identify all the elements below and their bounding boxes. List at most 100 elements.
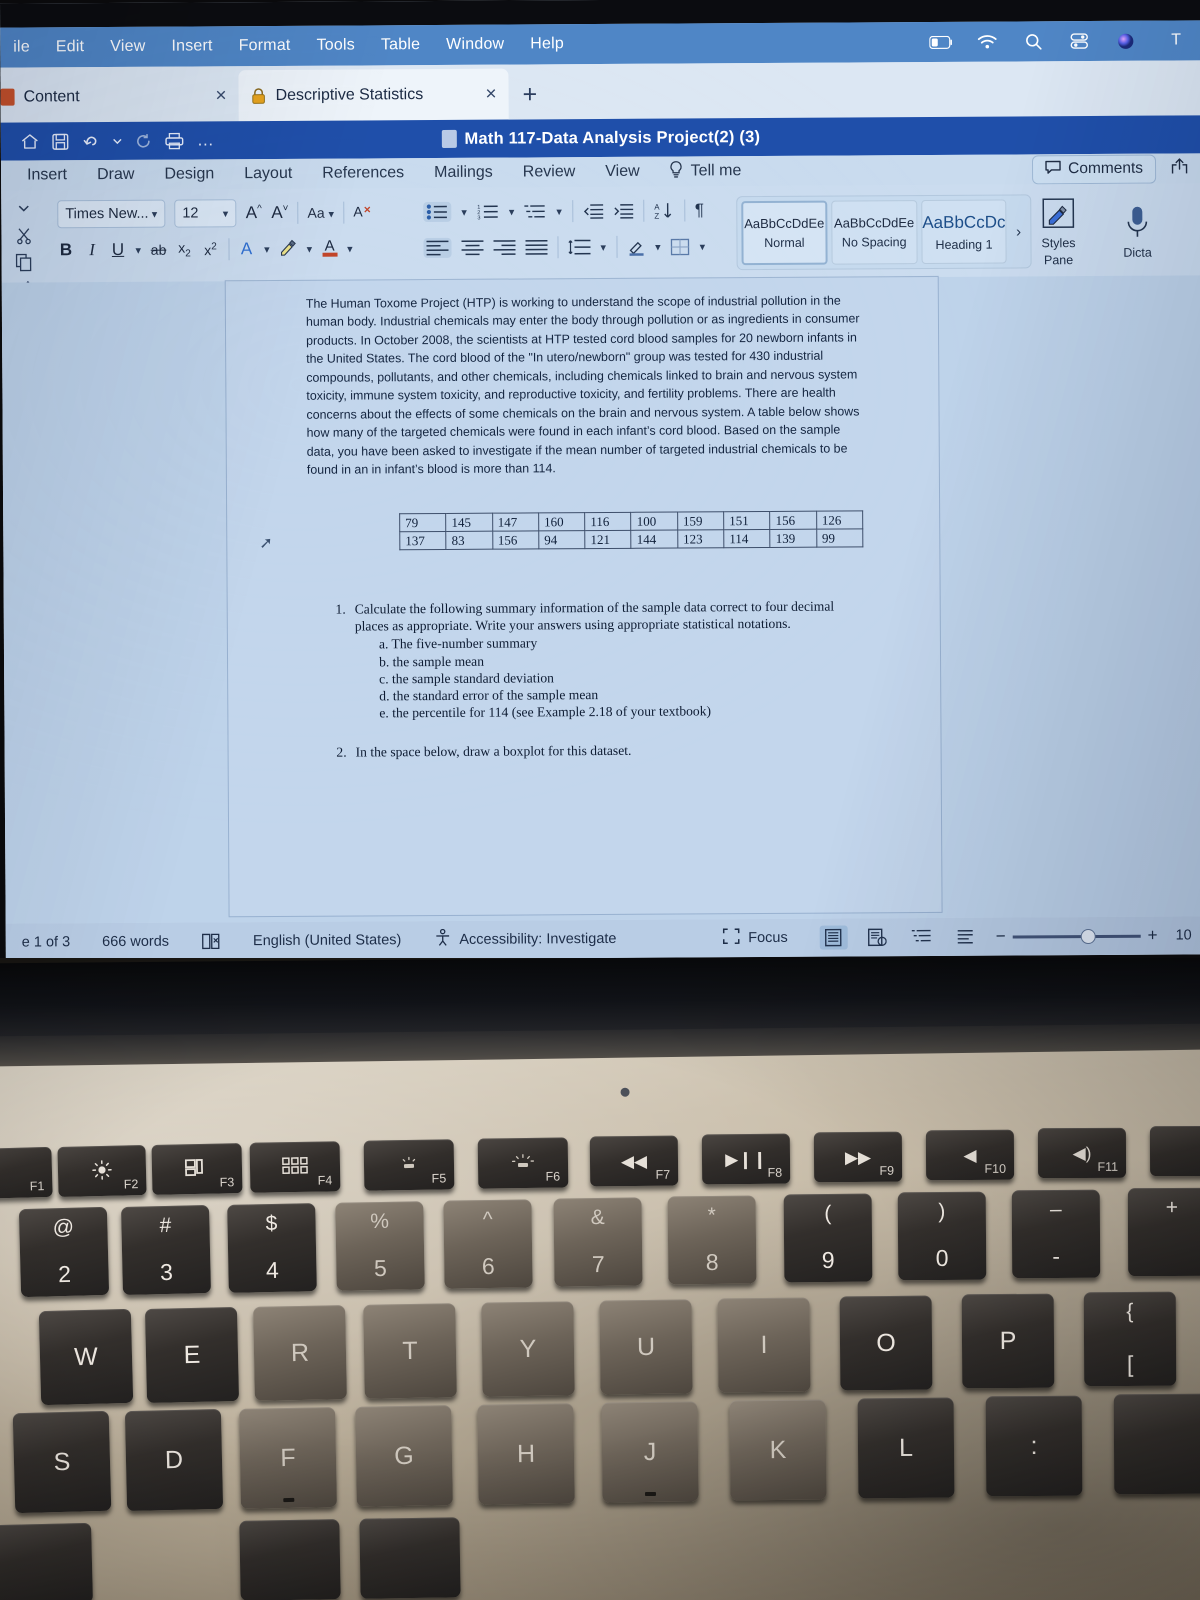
font-size-select[interactable]: 12 ▾ bbox=[174, 199, 237, 228]
zoom-level[interactable]: 10 bbox=[1174, 927, 1196, 943]
sort-icon[interactable]: AZ bbox=[654, 202, 674, 220]
bulleted-list-icon[interactable] bbox=[423, 201, 452, 223]
font-color-button[interactable]: A bbox=[321, 237, 338, 258]
menu-help[interactable]: Help bbox=[517, 35, 577, 53]
borders-chevron-down-icon[interactable]: ▾ bbox=[700, 240, 706, 253]
share-icon[interactable] bbox=[1170, 157, 1189, 180]
align-center-icon[interactable] bbox=[461, 240, 484, 256]
key-g[interactable]: G bbox=[355, 1405, 453, 1507]
highlight-chevron-down-icon[interactable]: ▾ bbox=[307, 242, 313, 255]
menu-table[interactable]: Table bbox=[368, 36, 433, 54]
key-w[interactable]: W bbox=[38, 1308, 134, 1406]
styles-pane-button[interactable]: Styles Pane bbox=[1023, 194, 1093, 272]
style-no-spacing[interactable]: AaBbCcDdEe No Spacing bbox=[831, 200, 918, 265]
key-9[interactable]: ( 9 bbox=[783, 1193, 873, 1283]
menu-tools[interactable]: Tools bbox=[304, 36, 368, 54]
key-o[interactable]: O bbox=[839, 1295, 933, 1391]
change-case-button[interactable]: Aa ▾ bbox=[307, 205, 334, 221]
outline-view-icon[interactable] bbox=[908, 925, 936, 949]
menu-edit[interactable]: Edit bbox=[43, 38, 97, 56]
zoom-in-button[interactable]: + bbox=[1148, 926, 1158, 946]
key-u[interactable]: U bbox=[599, 1299, 693, 1395]
key-2[interactable]: @ 2 bbox=[18, 1206, 110, 1298]
key-h[interactable]: H bbox=[477, 1403, 575, 1505]
key-equals[interactable]: + bbox=[1127, 1187, 1200, 1277]
show-formatting-marks-icon[interactable]: ¶ bbox=[695, 200, 704, 220]
key-y[interactable]: Y bbox=[481, 1301, 575, 1397]
accessibility-status[interactable]: Accessibility: Investigate bbox=[417, 928, 632, 951]
key-d[interactable]: D bbox=[124, 1408, 224, 1512]
key-f8-play-pause[interactable]: ▶❙❙ F8 bbox=[701, 1133, 791, 1185]
key-5[interactable]: % 5 bbox=[335, 1201, 425, 1291]
justify-icon[interactable] bbox=[525, 239, 548, 255]
clear-formatting-icon[interactable]: A bbox=[353, 202, 373, 223]
key-f[interactable]: F bbox=[239, 1407, 337, 1509]
key-semicolon[interactable]: : bbox=[985, 1395, 1083, 1497]
align-right-icon[interactable] bbox=[493, 240, 516, 256]
key-f9-fast-forward[interactable]: ▶▶ F9 bbox=[813, 1131, 903, 1183]
ribbon-tab-review[interactable]: Review bbox=[508, 163, 591, 182]
web-layout-view-icon[interactable] bbox=[864, 925, 892, 949]
menu-view[interactable]: View bbox=[97, 38, 158, 56]
italic-button[interactable]: I bbox=[83, 240, 100, 260]
bold-button[interactable]: B bbox=[57, 240, 74, 260]
print-layout-view-icon[interactable] bbox=[819, 925, 848, 950]
key-bottom-row-partial-2[interactable] bbox=[239, 1519, 341, 1600]
shading-icon[interactable] bbox=[627, 238, 645, 256]
align-left-icon[interactable] bbox=[423, 237, 452, 259]
ribbon-tab-view[interactable]: View bbox=[590, 163, 654, 181]
ribbon-tab-layout[interactable]: Layout bbox=[229, 165, 307, 183]
tab-descriptive-statistics[interactable]: Descriptive Statistics × bbox=[238, 68, 509, 122]
key-f6-keyboard-brightness-up[interactable]: F6 bbox=[477, 1137, 569, 1189]
key-f12[interactable] bbox=[1149, 1125, 1200, 1177]
dictate-button[interactable]: Dicta bbox=[1097, 193, 1177, 271]
numbered-list-chevron-down-icon[interactable]: ▾ bbox=[509, 205, 515, 218]
key-6[interactable]: ^ 6 bbox=[443, 1199, 533, 1289]
key-f3-mission-control[interactable]: F3 bbox=[151, 1143, 243, 1195]
key-quote[interactable] bbox=[1113, 1393, 1200, 1495]
menu-file[interactable]: ile bbox=[0, 38, 43, 56]
key-j[interactable]: J bbox=[601, 1401, 699, 1503]
menu-insert[interactable]: Insert bbox=[158, 37, 225, 55]
key-left-bracket[interactable]: { [ bbox=[1083, 1291, 1177, 1387]
key-bottom-row-partial-1[interactable] bbox=[0, 1522, 93, 1600]
focus-button[interactable]: Focus bbox=[707, 928, 804, 949]
multilevel-list-chevron-down-icon[interactable]: ▾ bbox=[556, 205, 562, 218]
menu-window[interactable]: Window bbox=[433, 36, 517, 55]
new-tab-button[interactable]: + bbox=[522, 80, 537, 108]
highlight-icon[interactable] bbox=[279, 237, 298, 260]
text-effects-button[interactable]: A bbox=[238, 239, 255, 259]
page-indicator[interactable]: e 1 of 3 bbox=[6, 934, 86, 950]
ribbon-tab-references[interactable]: References bbox=[307, 164, 419, 183]
grow-font-button[interactable]: A^ bbox=[245, 203, 262, 223]
key-r[interactable]: R bbox=[253, 1305, 347, 1401]
ribbon-tab-draw[interactable]: Draw bbox=[82, 166, 149, 184]
style-heading-1[interactable]: AaBbCcDc Heading 1 bbox=[920, 199, 1008, 265]
increase-indent-icon[interactable] bbox=[613, 203, 633, 219]
key-f11-volume-down[interactable]: ◀) F11 bbox=[1037, 1127, 1127, 1179]
dataset-table[interactable]: 79 145 147 160 116 100 159 151 156 126 1… bbox=[399, 510, 863, 550]
tell-me-button[interactable]: Tell me bbox=[655, 160, 742, 184]
menu-format[interactable]: Format bbox=[226, 37, 304, 55]
tab-content[interactable]: Content × bbox=[0, 70, 239, 123]
battery-icon[interactable] bbox=[928, 31, 954, 53]
key-0[interactable]: ) 0 bbox=[897, 1191, 987, 1281]
wifi-icon[interactable] bbox=[974, 31, 1000, 53]
zoom-track[interactable] bbox=[1012, 928, 1141, 944]
control-center-icon[interactable] bbox=[1066, 30, 1092, 52]
key-minus[interactable]: – - bbox=[1011, 1189, 1101, 1279]
document-body[interactable]: The Human Toxome Project (HTP) is workin… bbox=[306, 291, 865, 760]
paste-dropdown-caret-icon[interactable] bbox=[5, 194, 41, 221]
strikethrough-button[interactable]: ab bbox=[150, 242, 167, 258]
cut-scissors-icon[interactable] bbox=[5, 221, 41, 248]
shrink-font-button[interactable]: A˅ bbox=[271, 203, 288, 223]
bulleted-list-chevron-down-icon[interactable]: ▾ bbox=[461, 205, 467, 218]
multilevel-list-icon[interactable] bbox=[524, 203, 546, 219]
ribbon-tab-insert[interactable]: Insert bbox=[1, 166, 82, 184]
key-4[interactable]: $ 4 bbox=[227, 1203, 317, 1293]
key-i[interactable]: I bbox=[717, 1297, 811, 1393]
proofing-icon[interactable] bbox=[185, 932, 237, 950]
key-s[interactable]: S bbox=[12, 1410, 112, 1514]
key-f7-rewind[interactable]: ◀◀ F7 bbox=[589, 1135, 679, 1187]
borders-icon[interactable] bbox=[670, 238, 690, 255]
